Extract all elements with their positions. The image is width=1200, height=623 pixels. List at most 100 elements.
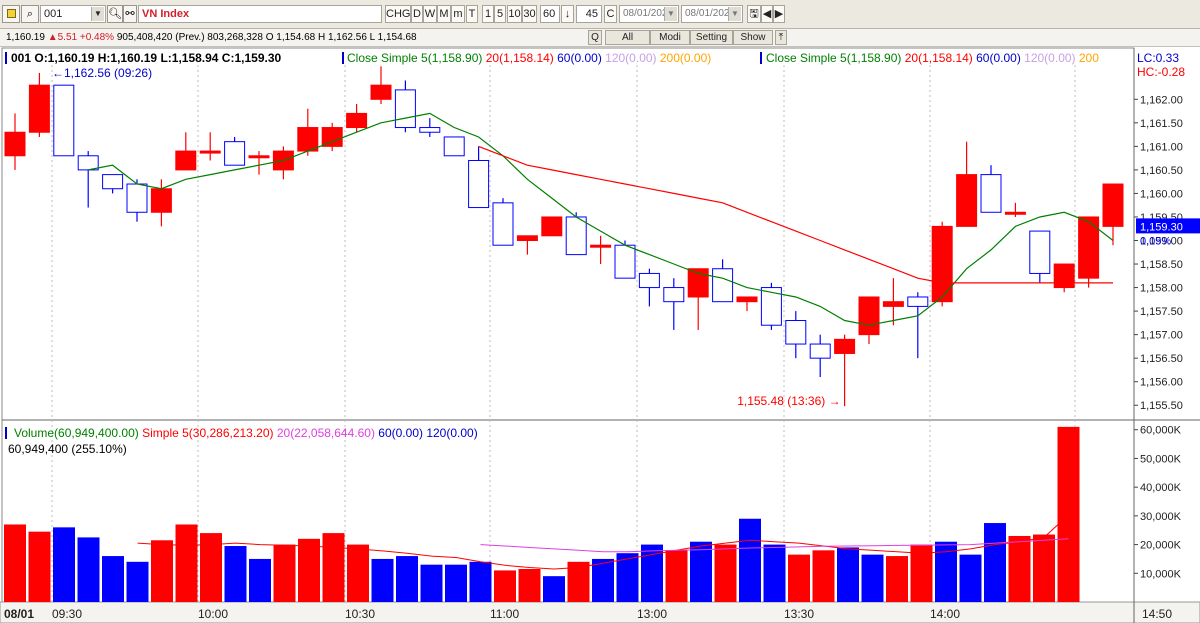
volume-bar[interactable] [273,544,296,602]
volume-bar[interactable] [126,561,149,602]
candle[interactable] [321,122,343,152]
all-button[interactable]: All [605,30,650,45]
volume-bar[interactable] [371,558,394,602]
candle[interactable] [53,84,75,157]
chart-area[interactable]: 1,162.00 1,161.50 1,161.00 1,160.50 1,160.00… [0,47,1200,623]
volume-bar[interactable] [347,544,369,602]
time-tick-label: 14:50 [1142,607,1172,621]
candle[interactable] [760,282,782,330]
volume-bar[interactable] [592,558,614,602]
candle[interactable] [541,216,563,237]
volume-bar[interactable] [445,564,467,602]
c-button[interactable]: C [604,5,617,23]
volume-legend-item: 20(22,058,644.60) [274,426,375,440]
volume-bar[interactable] [959,554,982,602]
volume-bar[interactable] [1008,535,1031,602]
volume-bar[interactable] [224,546,247,602]
q-button[interactable]: Q [588,30,602,45]
volume-bar[interactable] [151,540,173,602]
candle[interactable] [492,198,514,246]
volume-bar[interactable] [714,544,737,602]
price-header: 001 O:1,160.19 H:1,160.19 L:1,158.94 C:1… [11,51,282,65]
volume-bar[interactable] [53,527,75,602]
candle-body [1078,216,1100,279]
volume-bar[interactable] [1033,534,1055,602]
volume-bar[interactable] [1057,426,1080,602]
minute-button[interactable]: m [451,5,465,23]
date-to-dropdown-icon[interactable]: ▼ [728,7,741,21]
monthly-button[interactable]: M [437,5,451,23]
save-icon[interactable]: 🖫︎ [747,5,761,23]
link-icon[interactable]: ⚯ [123,5,137,23]
candle-body [1029,230,1051,274]
daily-button[interactable]: D [411,5,423,23]
volume-bar[interactable] [4,524,26,602]
weekly-button[interactable]: W [423,5,437,23]
volume-bar[interactable] [102,556,124,602]
volume-bar[interactable] [249,558,271,602]
candle[interactable] [1053,263,1075,293]
symbol-input[interactable]: 001 ▼ [40,5,106,23]
price-tick-label: 1,160.50 [1140,165,1183,177]
volume-bar[interactable] [543,576,565,602]
date-from-dropdown-icon[interactable]: ▼ [664,7,677,21]
candle-body [77,155,99,171]
volume-bar[interactable] [494,570,516,602]
volume-bar[interactable] [690,541,712,602]
candle-body [53,84,75,157]
volume-bar[interactable] [469,561,492,602]
volume-bar[interactable] [322,533,345,602]
volume-bar[interactable] [396,556,418,602]
volume-bar[interactable] [200,533,222,602]
interval-10-button[interactable]: 10 [507,5,522,23]
time-tick-label: 10:00 [198,607,228,621]
volume-bar[interactable] [861,554,884,602]
ma-legend-primary-item: 60(0.00) [554,51,602,65]
modi-button[interactable]: Modi [650,30,690,45]
time-tick-label: 13:00 [637,607,667,621]
pin-icon[interactable]: ⤒ [775,30,787,45]
interval-30-button[interactable]: 30 [522,5,537,23]
volume-bar[interactable] [175,524,198,602]
volume-bar[interactable] [788,554,810,602]
volume-bar[interactable] [837,547,859,602]
volume-bar[interactable] [298,538,320,602]
interval-1-button[interactable]: 1 [482,5,494,23]
candle[interactable] [443,136,465,157]
tick-button[interactable]: T [466,5,478,23]
interval-input[interactable]: 60 [540,5,560,23]
count-input[interactable]: 45 [576,5,602,23]
candle[interactable] [931,221,953,307]
symbol-value: 001 [44,8,63,20]
candle[interactable] [565,212,587,256]
volume-bar[interactable] [812,550,835,602]
show-button[interactable]: Show [733,30,773,45]
date-to-input[interactable]: 08/01/202 ▼ [681,5,743,23]
volume-bar[interactable] [77,537,100,602]
chg-button[interactable]: CHG [385,5,411,23]
volume-bar[interactable] [739,518,761,602]
volume-bar[interactable] [984,523,1006,602]
volume-bar[interactable] [518,568,541,602]
date-from-input[interactable]: 08/01/202 ▼ [619,5,679,23]
interval-5-button[interactable]: 5 [494,5,506,23]
arrow-down-icon[interactable]: ↓ [561,5,574,23]
search-icon[interactable]: ⌕ [21,5,39,23]
prev-icon[interactable]: ◀ [761,5,773,23]
chevron-down-icon[interactable]: ▼ [91,7,104,21]
volume-value: 905,408,420 [116,32,173,43]
volume-bar[interactable] [665,550,688,602]
volume-bar[interactable] [420,564,443,602]
setting-button[interactable]: Setting [690,30,733,45]
candle[interactable] [614,240,636,279]
ma-legend-primary-item: 20(1,158.14) [482,51,553,65]
volume-bar[interactable] [763,544,786,602]
next-icon[interactable]: ▶ [773,5,785,23]
symbol-type-button[interactable] [2,5,20,23]
zoom-icon[interactable]: 🔍︎ [107,5,123,23]
price-tick-label: 1,157.00 [1140,330,1183,342]
volume-bar[interactable] [886,556,908,602]
candle[interactable] [224,136,246,166]
volume-bar[interactable] [28,531,51,602]
ma-legend-secondary-item: 60(0.00) [973,51,1021,65]
